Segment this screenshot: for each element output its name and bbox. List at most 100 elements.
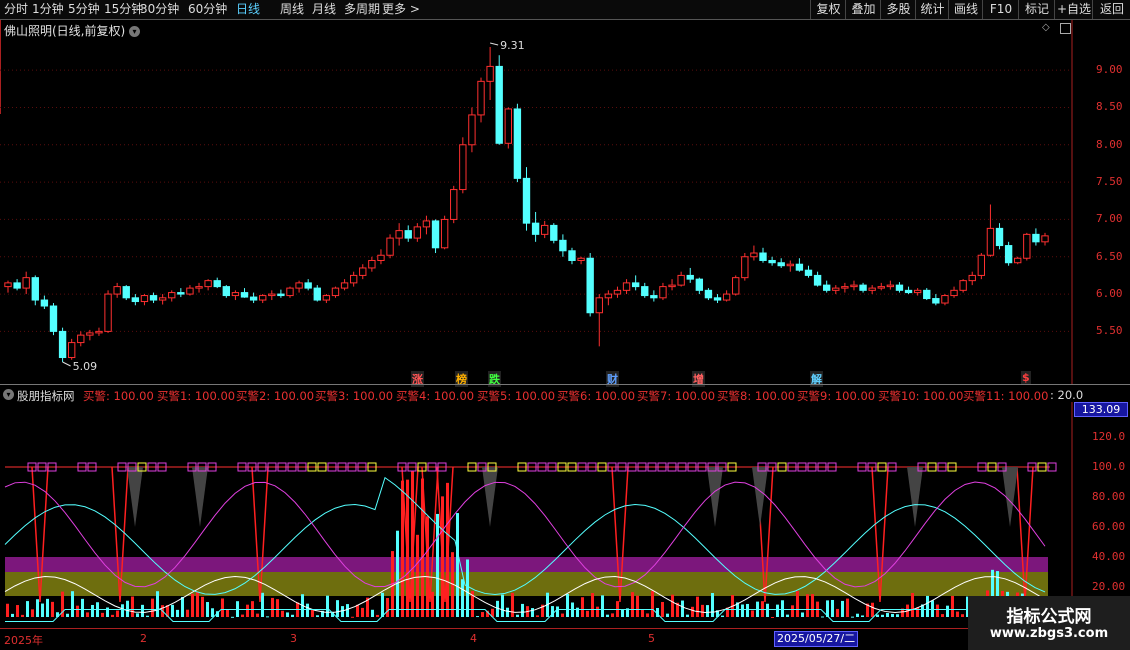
indicator-bar (846, 598, 849, 617)
indicator-bar (476, 616, 479, 618)
indicator-bar (461, 579, 464, 617)
indicator-bar (631, 592, 634, 617)
indicator-bar (851, 616, 854, 618)
indicator-bar (46, 598, 49, 617)
indicator-bar (961, 614, 964, 617)
indicator-bar (336, 600, 339, 617)
indicator-bar (501, 594, 504, 617)
indicator-bar (126, 600, 129, 617)
indicator-bar (806, 594, 809, 617)
indicator-bar (121, 604, 124, 617)
date-label: 3 (290, 632, 297, 645)
indicator-bar (171, 604, 174, 617)
indicator-bar (776, 604, 779, 617)
indicator-bar (881, 614, 884, 617)
indicator-bar (766, 603, 769, 617)
indicator-bar (66, 613, 69, 617)
indicator-bar (781, 600, 784, 617)
indicator-bar (346, 604, 349, 617)
indicator-bar (566, 594, 569, 617)
indicator-tick-label: 120.0 (1092, 430, 1126, 443)
indicator-bar (836, 608, 839, 617)
indicator-bar (751, 610, 754, 617)
indicator-bar (341, 606, 344, 617)
watermark-title: 指标公式网 (1006, 607, 1092, 627)
indicator-bar (621, 609, 624, 617)
indicator-bar (516, 614, 519, 617)
grey-marker (127, 467, 143, 527)
indicator-bar (511, 592, 514, 617)
indicator-bar (701, 604, 704, 617)
indicator-bar (116, 610, 119, 617)
x-axis-line (0, 628, 1130, 629)
indicator-bar (841, 600, 844, 617)
indicator-bar (686, 614, 689, 617)
indicator-bar (536, 615, 539, 617)
indicator-bar (41, 603, 44, 617)
indicator-bar (286, 612, 289, 617)
indicator-tick-label: 100.0 (1092, 460, 1126, 473)
indicator-bar (51, 601, 54, 617)
indicator-bar (456, 513, 459, 617)
indicator-bar (91, 604, 94, 617)
indicator-bar (226, 609, 229, 617)
indicator-bar (381, 592, 384, 617)
indicator-bar (951, 595, 954, 617)
indicator-chart[interactable] (0, 0, 1130, 650)
indicator-bar (946, 605, 949, 617)
indicator-bar (356, 604, 359, 617)
indicator-bar (306, 603, 309, 617)
indicator-bar (156, 591, 159, 617)
indicator-bar (31, 609, 34, 617)
indicator-bar (926, 595, 929, 617)
indicator-bar (386, 598, 389, 617)
indicator-bar (86, 612, 89, 617)
indicator-bar (791, 605, 794, 617)
indicator-bar (151, 598, 154, 617)
indicator-bar (351, 616, 354, 618)
watermark-url: www.zbgs3.com (989, 626, 1109, 641)
indicator-bar (531, 608, 534, 617)
indicator-bar (911, 592, 914, 617)
indicator-bar (36, 599, 39, 617)
indicator-bar (246, 604, 249, 617)
indicator-bar (606, 614, 609, 617)
indicator-bar (261, 592, 264, 617)
indicator-bar (871, 602, 874, 617)
indicator-bar (746, 603, 749, 617)
indicator-tick-label: 60.00 (1092, 520, 1126, 533)
indicator-bar (876, 614, 879, 617)
indicator-bar (691, 606, 694, 617)
indicator-bar (241, 614, 244, 617)
indicator-bar (106, 607, 109, 617)
indicator-bar (16, 605, 19, 617)
indicator-bar (811, 594, 814, 617)
indicator-bar (76, 605, 79, 617)
indicator-bar (316, 615, 319, 617)
purple-band (5, 557, 1048, 572)
indicator-bar (101, 612, 104, 617)
indicator-bar (596, 606, 599, 617)
indicator-bar (256, 613, 259, 617)
indicator-bar (466, 559, 469, 617)
grey-marker (752, 467, 768, 527)
indicator-bar (196, 591, 199, 617)
indicator-bar (521, 603, 524, 617)
indicator-bar (771, 616, 774, 618)
date-label: 4 (470, 632, 477, 645)
indicator-bar (21, 614, 24, 617)
indicator-bar (556, 606, 559, 617)
indicator-bar (376, 614, 379, 617)
indicator-bar (641, 609, 644, 617)
indicator-bar (231, 616, 234, 618)
indicator-bar (941, 614, 944, 617)
indicator-bar (81, 598, 84, 617)
indicator-bar (886, 613, 889, 617)
indicator-bar (361, 607, 364, 617)
grey-marker (907, 467, 923, 527)
indicator-bar (431, 591, 434, 617)
indicator-tick-label: 80.00 (1092, 490, 1126, 503)
indicator-bar (856, 613, 859, 617)
indicator-bar (896, 614, 899, 617)
indicator-bar (711, 593, 714, 617)
